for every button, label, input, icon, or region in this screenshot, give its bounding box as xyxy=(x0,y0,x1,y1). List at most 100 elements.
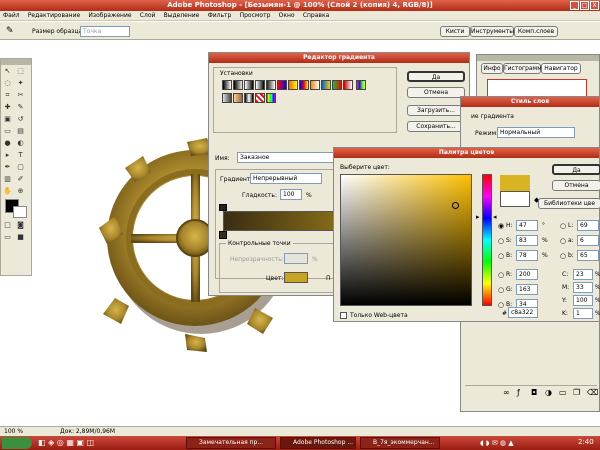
crop-tool-icon[interactable]: ⌗ xyxy=(2,90,13,100)
blue-radio[interactable]: ○ xyxy=(498,301,504,309)
mask-icon[interactable]: ◘ xyxy=(531,388,537,397)
preset-swatch[interactable] xyxy=(255,80,265,90)
maximize-button[interactable]: □ xyxy=(580,1,589,10)
h-radio[interactable]: ◉ xyxy=(498,222,504,230)
opacity-stop-icon[interactable] xyxy=(219,204,227,211)
hue-slider-left-arrow[interactable]: ▸ xyxy=(476,213,480,221)
dodge-tool-icon[interactable]: ◐ xyxy=(15,138,26,148)
color-ok-button[interactable]: Да xyxy=(552,164,600,175)
quick-mask-icon[interactable]: ◙ xyxy=(15,220,26,230)
stop-color-swatch[interactable] xyxy=(284,272,308,283)
web-only-checkbox[interactable] xyxy=(340,312,347,319)
menu-filter[interactable]: Фильтр xyxy=(205,11,235,21)
b-input[interactable]: 78 xyxy=(516,250,538,261)
sample-size-select[interactable]: Точка xyxy=(80,26,130,37)
gradient-type-select[interactable]: Непрерывный xyxy=(250,173,322,184)
full-screen-icon[interactable]: ■ xyxy=(15,232,26,242)
history-brush-icon[interactable]: ↺ xyxy=(15,114,26,124)
saturation-brightness-field[interactable] xyxy=(340,174,472,306)
lab-l-radio[interactable]: ○ xyxy=(560,222,566,230)
start-button[interactable] xyxy=(2,437,32,449)
color-libraries-button[interactable]: Библиотеки цве xyxy=(538,198,600,209)
preset-swatch[interactable] xyxy=(233,93,243,103)
taskbar-item-folder[interactable]: В_7я_экоммерчан... xyxy=(360,437,440,449)
magic-wand-tool-icon[interactable]: ✦ xyxy=(15,78,26,88)
lab-b-input[interactable]: 65 xyxy=(577,250,599,261)
r-radio[interactable]: ○ xyxy=(498,271,504,279)
tab-brushes[interactable]: Кисти xyxy=(440,26,470,37)
preset-swatch[interactable] xyxy=(255,93,265,103)
tab-info[interactable]: Инфо xyxy=(481,63,503,74)
adjustment-icon[interactable]: ◑ xyxy=(545,388,552,397)
type-tool-icon[interactable]: T xyxy=(15,150,26,160)
menu-select[interactable]: Выделение xyxy=(161,11,203,21)
m-input[interactable]: 33 xyxy=(573,282,593,293)
stamp-tool-icon[interactable]: ▣ xyxy=(2,114,13,124)
preset-swatch[interactable] xyxy=(266,93,276,103)
lasso-tool-icon[interactable]: ◌ xyxy=(2,78,13,88)
menu-view[interactable]: Просмотр xyxy=(237,11,274,21)
tray-icons[interactable]: ◖ ◗ ✉ ◍ ▲ xyxy=(480,439,514,447)
preset-swatch[interactable] xyxy=(288,80,298,90)
blur-tool-icon[interactable]: ● xyxy=(2,138,13,148)
hex-input[interactable]: c8a322 xyxy=(508,307,538,318)
path-select-icon[interactable]: ▸ xyxy=(2,150,13,160)
gradient-save-button[interactable]: Сохранить... xyxy=(407,121,465,132)
link-icon[interactable]: ∞ xyxy=(503,388,510,397)
eyedropper-icon[interactable]: ✎ xyxy=(6,26,14,36)
notes-tool-icon[interactable]: ▥ xyxy=(2,174,13,184)
r-input[interactable]: 200 xyxy=(516,269,538,280)
slice-tool-icon[interactable]: ✂ xyxy=(15,90,26,100)
preset-swatch[interactable] xyxy=(356,80,367,90)
trash-icon[interactable]: ⌫ xyxy=(587,388,598,397)
menu-image[interactable]: Изображение xyxy=(85,11,134,21)
preset-swatch[interactable] xyxy=(343,80,353,90)
hand-tool-icon[interactable]: ✋ xyxy=(2,186,13,196)
shape-tool-icon[interactable]: ▢ xyxy=(15,162,26,172)
tab-layer-comps[interactable]: Комп.слоев xyxy=(514,26,558,37)
stop-opacity-input[interactable] xyxy=(284,253,308,264)
smoothness-input[interactable]: 100 xyxy=(280,189,302,200)
preset-swatch[interactable] xyxy=(332,80,342,90)
screen-mode-icon[interactable]: ▭ xyxy=(2,232,13,242)
b-radio[interactable]: ○ xyxy=(498,252,504,260)
preset-swatch[interactable] xyxy=(244,80,254,90)
color-cancel-button[interactable]: Отмена xyxy=(552,180,600,191)
taskbar-item-photoshop[interactable]: Adobe Photoshop ... xyxy=(280,437,356,449)
minimize-button[interactable]: _ xyxy=(570,1,579,10)
tab-navigator[interactable]: Навигатор xyxy=(541,63,581,74)
h-input[interactable]: 47 xyxy=(516,220,538,231)
folder-icon[interactable]: ▭ xyxy=(559,388,567,397)
move-tool-icon[interactable]: ↖ xyxy=(2,66,13,76)
effects-icon[interactable]: ƒ xyxy=(517,388,520,397)
brush-tool-icon[interactable]: ✎ xyxy=(15,102,26,112)
s-radio[interactable]: ○ xyxy=(498,237,504,245)
eraser-tool-icon[interactable]: ▭ xyxy=(2,126,13,136)
color-stop-icon[interactable] xyxy=(219,231,227,239)
gradient-ok-button[interactable]: Да xyxy=(407,71,465,82)
taskbar-item-browser[interactable]: Замечательная пр... xyxy=(186,437,276,449)
hue-slider-right-arrow[interactable]: ◂ xyxy=(493,213,497,221)
gradient-cancel-button[interactable]: Отмена xyxy=(407,87,465,98)
eyedropper-tool-icon[interactable]: ✐ xyxy=(15,174,26,184)
lab-a-input[interactable]: 6 xyxy=(577,235,599,246)
lab-b-radio[interactable]: ○ xyxy=(560,252,566,260)
s-input[interactable]: 83 xyxy=(516,235,538,246)
y-input[interactable]: 100 xyxy=(573,295,593,306)
new-layer-icon[interactable]: ❐ xyxy=(573,388,580,397)
healing-tool-icon[interactable]: ✚ xyxy=(2,102,13,112)
preset-swatch[interactable] xyxy=(233,80,243,90)
preset-swatch[interactable] xyxy=(244,93,254,103)
zoom-tool-icon[interactable]: ⊕ xyxy=(15,186,26,196)
menu-window[interactable]: Окно xyxy=(276,11,298,21)
lab-a-radio[interactable]: ○ xyxy=(560,237,566,245)
g-input[interactable]: 163 xyxy=(516,284,538,295)
menu-file[interactable]: Файл xyxy=(0,11,23,21)
color-field-cursor[interactable] xyxy=(452,202,459,209)
preset-swatch[interactable] xyxy=(299,80,309,90)
close-button[interactable]: X xyxy=(590,1,599,10)
standard-mode-icon[interactable]: □ xyxy=(2,220,13,230)
menu-help[interactable]: Справка xyxy=(300,11,332,21)
preset-swatch[interactable] xyxy=(222,93,232,103)
menu-layer[interactable]: Слой xyxy=(137,11,159,21)
